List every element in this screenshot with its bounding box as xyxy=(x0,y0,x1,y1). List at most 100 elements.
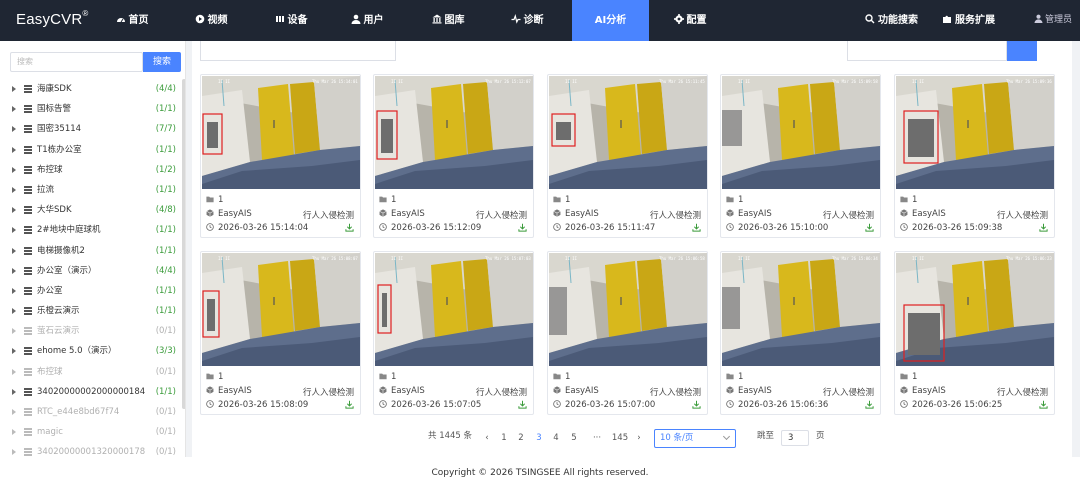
alarm-card[interactable]: Thu Mar 26 15:06:34 2026 II II 1 EasyAIS 行人入… xyxy=(720,251,881,415)
alarm-card[interactable]: Thu Mar 26 15:07:03 2026 II II 1 EasyAIS 行人入… xyxy=(373,251,534,415)
alarm-card[interactable]: Thu Mar 26 15:08:07 2026 II II 1 EasyAIS 行人入… xyxy=(200,251,361,415)
alarm-card[interactable]: Thu Mar 26 15:06:23 2026 II II 1 EasyAIS 行人入… xyxy=(894,251,1055,415)
alarm-card[interactable]: Thu Mar 26 15:09:58 2026 II II 1 EasyAIS 行人入… xyxy=(720,74,881,238)
nav-tab-0[interactable]: 首页 xyxy=(108,0,156,41)
next-page-button[interactable]: › xyxy=(632,433,646,443)
download-icon[interactable] xyxy=(1039,223,1048,232)
device-tree-item[interactable]: T1栋办公室 (1/1) xyxy=(0,140,182,160)
device-tree-item[interactable]: RTC_e44e8bd67f74 (0/1) xyxy=(0,402,182,422)
snapshot-image[interactable]: Thu Mar 26 15:06:58 2026 II II xyxy=(549,253,707,366)
app-logo[interactable]: EasyCVR® xyxy=(16,9,89,28)
device-tree-item[interactable]: 电梯摄像机2 (1/1) xyxy=(0,241,182,261)
page-button[interactable]: 145 xyxy=(611,433,629,443)
alarm-card[interactable]: Thu Mar 26 15:11:45 2026 II II 1 EasyAIS 行人入… xyxy=(547,74,708,238)
caret-right-icon[interactable] xyxy=(12,429,16,436)
device-tree-item[interactable]: 乐橙云演示 (1/1) xyxy=(0,301,182,321)
filter-search-button[interactable] xyxy=(1007,41,1037,61)
snapshot-image[interactable]: Thu Mar 26 15:14:01 2026 II II xyxy=(202,76,360,189)
download-icon[interactable] xyxy=(1039,400,1048,409)
nav-tab-7[interactable]: 配置 xyxy=(663,0,717,41)
alarm-time: 2026-03-26 15:07:00 xyxy=(553,400,655,410)
nav-tab-6[interactable]: AI分析 xyxy=(572,0,649,41)
device-tree-item[interactable]: 萤石云演示 (0/1) xyxy=(0,321,182,341)
service-extension-button[interactable]: 服务扩展 xyxy=(942,0,995,41)
page-button[interactable]: 2 xyxy=(514,433,528,443)
device-tree-item[interactable]: 布控球 (0/1) xyxy=(0,362,182,382)
jump-page-input[interactable]: 3 xyxy=(781,430,809,446)
feature-search-button[interactable]: 功能搜索 xyxy=(865,0,918,41)
device-tree-item[interactable]: 海康SDK (4/4) xyxy=(0,79,182,99)
nav-tab-4[interactable]: 图库 xyxy=(424,0,472,41)
prev-page-button[interactable]: ‹ xyxy=(480,433,494,443)
snapshot-image[interactable]: Thu Mar 26 15:09:36 2026 II II xyxy=(896,76,1054,189)
caret-right-icon[interactable] xyxy=(12,449,16,456)
download-icon[interactable] xyxy=(692,223,701,232)
snapshot-image[interactable]: Thu Mar 26 15:06:23 2026 II II xyxy=(896,253,1054,366)
snapshot-image[interactable]: Thu Mar 26 15:11:45 2026 II II xyxy=(549,76,707,189)
nav-tab-1[interactable]: 视频 xyxy=(187,0,235,41)
caret-right-icon[interactable] xyxy=(12,146,16,153)
page-button[interactable]: 3 xyxy=(532,433,546,443)
snapshot-image[interactable]: Thu Mar 26 15:12:07 2026 II II xyxy=(375,76,533,189)
caret-right-icon[interactable] xyxy=(12,388,16,395)
device-tree-item[interactable]: 大华SDK (4/8) xyxy=(0,200,182,220)
device-tree-item[interactable]: 国标告警 (1/1) xyxy=(0,99,182,119)
caret-right-icon[interactable] xyxy=(12,126,16,133)
snapshot-image[interactable]: Thu Mar 26 15:09:58 2026 II II xyxy=(722,76,880,189)
caret-right-icon[interactable] xyxy=(12,186,16,193)
nav-tab-3[interactable]: 用户 xyxy=(343,0,391,41)
caret-right-icon[interactable] xyxy=(12,328,16,335)
alarm-card[interactable]: Thu Mar 26 15:09:36 2026 II II 1 EasyAIS 行人入… xyxy=(894,74,1055,238)
page-button[interactable]: 1 xyxy=(497,433,511,443)
device-tree-item[interactable]: magic (0/1) xyxy=(0,422,182,442)
caret-right-icon[interactable] xyxy=(12,247,16,254)
caret-right-icon[interactable] xyxy=(12,227,16,234)
device-tree-item[interactable]: 2#地块中庭球机 (1/1) xyxy=(0,220,182,240)
snapshot-image[interactable]: Thu Mar 26 15:06:34 2026 II II xyxy=(722,253,880,366)
device-tree-item[interactable]: 34020000002000000184 (1/1) xyxy=(0,382,182,402)
snapshot-image[interactable]: Thu Mar 26 15:07:03 2026 II II xyxy=(375,253,533,366)
caret-right-icon[interactable] xyxy=(12,267,16,274)
sidebar-search-button[interactable]: 搜索 xyxy=(143,52,181,72)
device-tree-item[interactable]: 34020000001320000178 (0/1) xyxy=(0,442,182,457)
caret-right-icon[interactable] xyxy=(12,368,16,375)
page-button[interactable]: ··· xyxy=(588,433,606,443)
snapshot-image[interactable]: Thu Mar 26 15:08:07 2026 II II xyxy=(202,253,360,366)
alarm-card[interactable]: Thu Mar 26 15:14:01 2026 II II 1 EasyAIS 行人入… xyxy=(200,74,361,238)
caret-right-icon[interactable] xyxy=(12,207,16,214)
caret-right-icon[interactable] xyxy=(12,409,16,415)
user-menu[interactable]: 管理员 xyxy=(1034,0,1072,41)
device-tree-item[interactable]: 国密35114 (7/7) xyxy=(0,119,182,139)
download-icon[interactable] xyxy=(865,400,874,409)
alarm-card[interactable]: Thu Mar 26 15:06:58 2026 II II 1 EasyAIS 行人入… xyxy=(547,251,708,415)
nav-tab-5[interactable]: 诊断 xyxy=(503,0,551,41)
filter-input[interactable] xyxy=(200,41,396,61)
caret-right-icon[interactable] xyxy=(12,348,16,355)
caret-right-icon[interactable] xyxy=(12,287,16,294)
device-tree-item[interactable]: 拉流 (1/1) xyxy=(0,180,182,200)
alarm-card[interactable]: Thu Mar 26 15:12:07 2026 II II 1 EasyAIS 行人入… xyxy=(373,74,534,238)
download-icon[interactable] xyxy=(345,400,354,409)
device-tree-item[interactable]: ehome 5.0（演示） (3/3) xyxy=(0,341,182,361)
caret-right-icon[interactable] xyxy=(12,308,16,315)
page-size-select[interactable]: 10 条/页 xyxy=(654,429,736,448)
device-tree-item[interactable]: 办公室（演示） (4/4) xyxy=(0,261,182,281)
device-tree-item[interactable]: 办公室 (1/1) xyxy=(0,281,182,301)
nav-tab-2[interactable]: 设备 xyxy=(267,0,315,41)
device-tree-item[interactable]: 布控球 (1/2) xyxy=(0,160,182,180)
download-icon[interactable] xyxy=(692,400,701,409)
filter-date-input[interactable] xyxy=(847,41,1007,61)
page-button[interactable]: 4 xyxy=(549,433,563,443)
caret-right-icon[interactable] xyxy=(12,166,16,173)
sidebar-search-input[interactable]: 搜索 xyxy=(10,52,143,72)
sidebar-scrollbar[interactable] xyxy=(182,79,185,409)
download-icon[interactable] xyxy=(518,223,527,232)
caret-right-icon[interactable] xyxy=(12,106,16,113)
page-button[interactable]: 5 xyxy=(567,433,581,443)
osd-timestamp: Thu Mar 26 15:06:58 2026 xyxy=(659,256,707,261)
download-icon[interactable] xyxy=(865,223,874,232)
caret-right-icon[interactable] xyxy=(12,86,16,92)
download-icon[interactable] xyxy=(518,400,527,409)
download-icon[interactable] xyxy=(345,223,354,232)
nav-tab-label: 视频 xyxy=(207,15,228,26)
